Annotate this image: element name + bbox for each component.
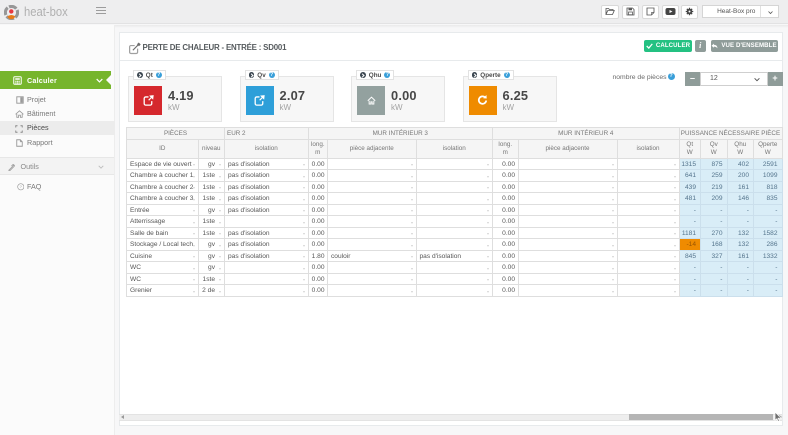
svg-text:?: ? <box>19 184 22 189</box>
